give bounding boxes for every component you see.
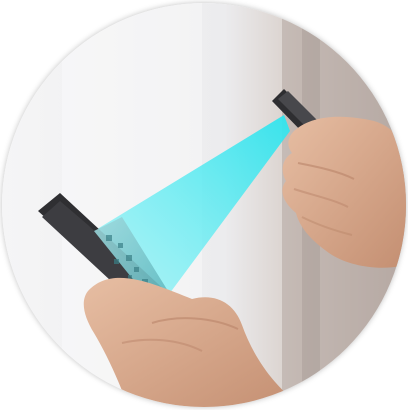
image-stage — [0, 0, 408, 410]
circular-photo — [2, 3, 406, 407]
photo-illustration — [2, 3, 406, 407]
